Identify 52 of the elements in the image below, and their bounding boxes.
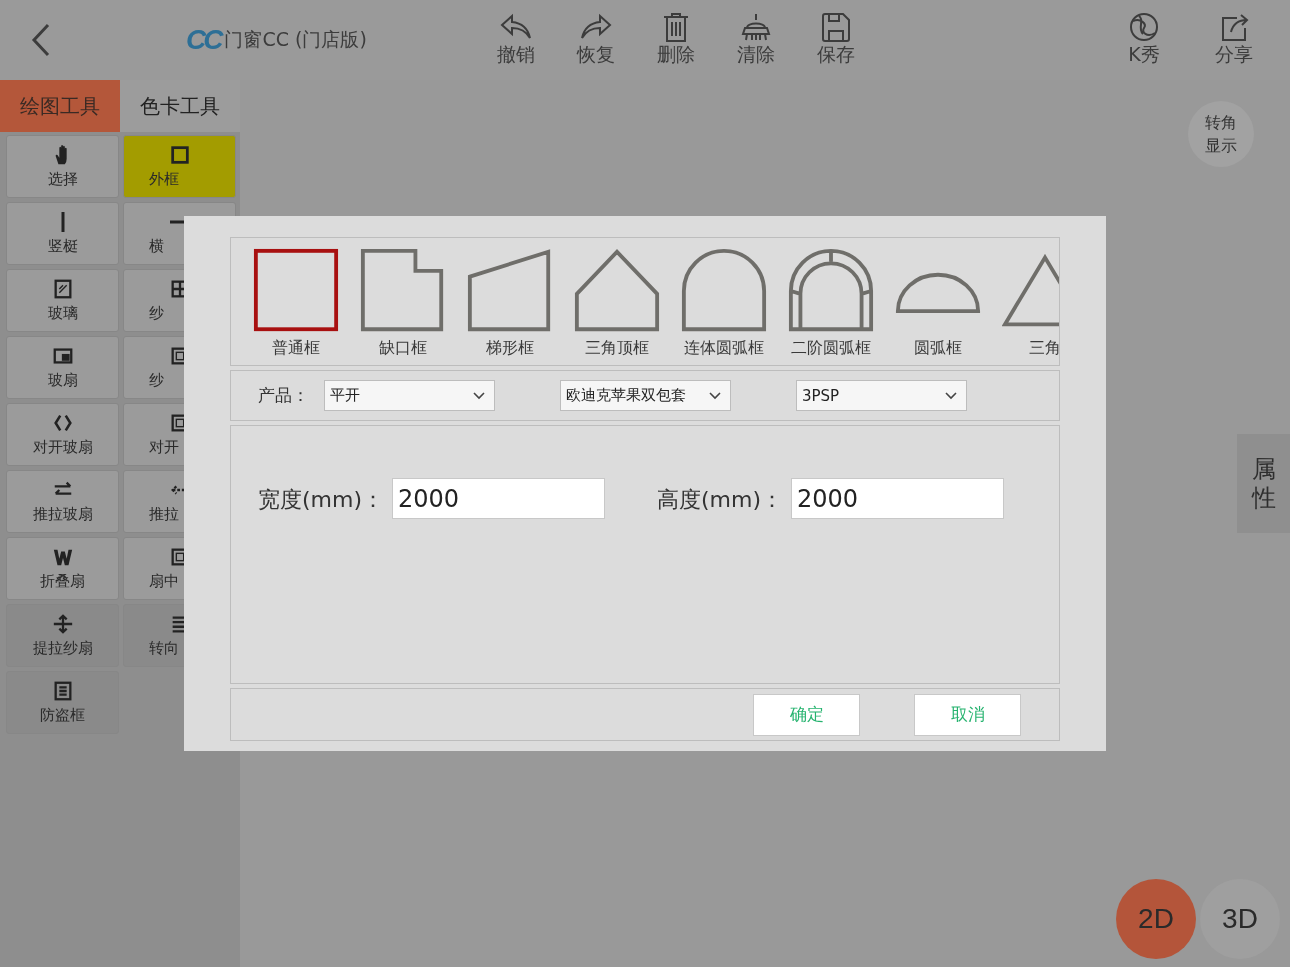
toolbar-button[interactable]: 删除 [648,12,704,68]
cancel-button[interactable]: 取消 [914,693,1021,736]
corner-display-button[interactable]: 转角显示 [1188,101,1254,167]
swirl-ball-icon [1127,12,1161,42]
tool-button[interactable]: 外框 [123,135,236,198]
dropdown[interactable]: 3PSP [796,380,967,412]
tool-button[interactable]: 推拉玻扇 [6,470,119,533]
chevron-down-icon [945,391,957,400]
tool-button[interactable]: 选择 [6,135,119,198]
chevron-down-icon [473,391,485,400]
toolbar-button[interactable]: 恢复 [568,12,624,68]
back-icon[interactable] [31,23,51,57]
app-title: 门窗CC (门店版) [224,27,367,52]
shape-option[interactable]: 普通框 [253,238,339,365]
shape-option[interactable]: 缺口框 [360,238,446,365]
shape-option[interactable]: 圆弧框 [895,238,981,365]
shape-option[interactable]: 二阶圆弧框 [788,238,874,365]
tool-button[interactable]: 玻璃 [6,269,119,332]
save-icon [819,12,853,42]
view-mode-button[interactable]: 3D [1200,879,1280,959]
tool-button[interactable]: 竖梃 [6,202,119,265]
height-field[interactable]: 2000 [791,478,1005,520]
tool-icon [168,144,191,166]
toolbar-button[interactable]: 撤销 [488,12,544,68]
toolbar-button[interactable]: 清除 [728,12,784,68]
dropdown[interactable]: 平开 [324,380,495,412]
tool-icon [51,412,74,434]
toolbar-button[interactable]: 分享 [1206,12,1262,68]
toolbar-button[interactable]: K秀 [1116,12,1172,68]
toolbar-button[interactable]: 保存 [808,12,864,68]
chevron-down-icon [709,391,721,400]
properties-tab[interactable]: 属性 [1237,434,1290,533]
shape-option[interactable]: 三角 [1002,238,1059,365]
shape-option[interactable]: 连体圆弧框 [681,238,767,365]
logo: CC [186,24,221,56]
tool-button[interactable]: 玻扇 [6,336,119,399]
width-field[interactable]: 2000 [392,478,606,520]
tool-button[interactable]: 折叠扇 [6,537,119,600]
tool-icon [60,212,65,232]
shape-option[interactable]: 梯形框 [467,238,553,365]
tool-icon [51,613,74,635]
confirm-button[interactable]: 确定 [753,693,860,736]
product-label: 产品： [258,384,310,408]
shape-option[interactable]: 三角顶框 [574,238,660,365]
view-mode-button[interactable]: 2D [1116,879,1196,959]
dropdown[interactable]: 欧迪克苹果双包套 [560,380,731,412]
tool-icon [51,345,74,367]
width-label: 宽度(mm)： [258,486,385,515]
tool-button[interactable]: 对开玻扇 [6,403,119,466]
height-label: 高度(mm)： [657,486,784,515]
panel-tab[interactable]: 绘图工具 [0,80,120,132]
panel-tab[interactable]: 色卡工具 [120,80,240,132]
